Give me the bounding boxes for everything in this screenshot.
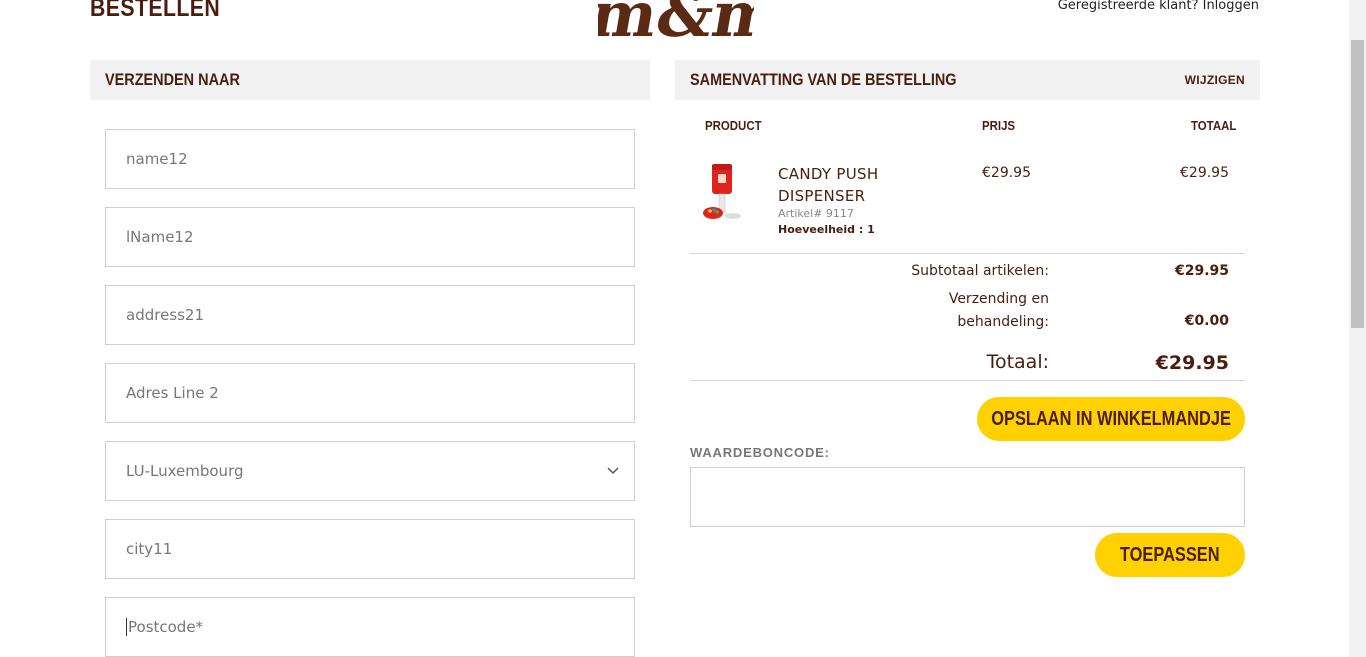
last-name-value: lName12: [126, 228, 194, 246]
product-total: €29.95: [1180, 165, 1229, 181]
chevron-down-icon: [607, 467, 619, 475]
postcode-field[interactable]: Postcode*: [105, 597, 635, 657]
country-select[interactable]: LU-Luxembourg: [105, 441, 635, 501]
column-price: PRIJS: [982, 118, 1016, 133]
save-to-cart-label: OPSLAAN IN WINKELMANDJE: [991, 407, 1231, 430]
login-link[interactable]: Geregistreerde klant? Inloggen: [1058, 0, 1259, 13]
total-value: €29.95: [1155, 352, 1229, 374]
address-line2-field[interactable]: Adres Line 2: [105, 363, 635, 423]
scrollbar-thumb[interactable]: [1351, 40, 1364, 328]
edit-link[interactable]: WIJZIGEN: [1185, 73, 1245, 87]
address-line2-value: Adres Line 2: [126, 384, 219, 402]
voucher-input[interactable]: [690, 467, 1245, 527]
city-field[interactable]: city11: [105, 519, 635, 579]
page-title: BESTELLEN: [90, 0, 221, 22]
column-product: PRODUCT: [705, 118, 762, 133]
product-price: €29.95: [982, 165, 1031, 181]
postcode-placeholder: Postcode*: [128, 618, 204, 636]
subtotal-value: €29.95: [1174, 263, 1229, 279]
apply-voucher-button[interactable]: TOEPASSEN: [1095, 533, 1245, 577]
total-label: Totaal:: [986, 351, 1049, 373]
last-name-field[interactable]: lName12: [105, 207, 635, 267]
scrollbar[interactable]: [1349, 0, 1366, 657]
shipping-cost-value: €0.00: [1184, 313, 1229, 329]
summary-title: SAMENVATTING VAN DE BESTELLING: [690, 70, 957, 89]
country-value: LU-Luxembourg: [126, 462, 244, 480]
subtotal-label: Subtotaal artikelen:: [911, 263, 1049, 279]
city-value: city11: [126, 540, 173, 558]
address-field[interactable]: address21: [105, 285, 635, 345]
text-cursor: [126, 618, 127, 636]
svg-text:m&m's: m&m's: [598, 0, 754, 42]
shipping-cost-label: Verzending en behandeling:: [948, 291, 1049, 330]
address-value: address21: [126, 306, 205, 324]
product-sku: Artikel# 9117: [778, 207, 854, 220]
shipping-title: VERZENDEN NAAR: [105, 70, 240, 89]
column-total: TOTAAL: [1191, 118, 1237, 133]
voucher-label: WAARDEBONCODE:: [690, 445, 830, 460]
product-image: [703, 164, 741, 219]
divider: [690, 380, 1245, 381]
product-name[interactable]: CANDY PUSH DISPENSER: [778, 163, 928, 207]
product-quantity: Hoeveelheid : 1: [778, 223, 875, 236]
apply-voucher-label: TOEPASSEN: [1120, 543, 1220, 566]
summary-header: SAMENVATTING VAN DE BESTELLING WIJZIGEN: [675, 60, 1260, 100]
save-to-cart-button[interactable]: OPSLAAN IN WINKELMANDJE: [977, 397, 1245, 441]
first-name-field[interactable]: name12: [105, 129, 635, 189]
first-name-value: name12: [126, 150, 188, 168]
shipping-header: VERZENDEN NAAR: [90, 60, 650, 100]
mms-logo[interactable]: m&m's: [598, 0, 754, 42]
divider: [690, 253, 1245, 254]
